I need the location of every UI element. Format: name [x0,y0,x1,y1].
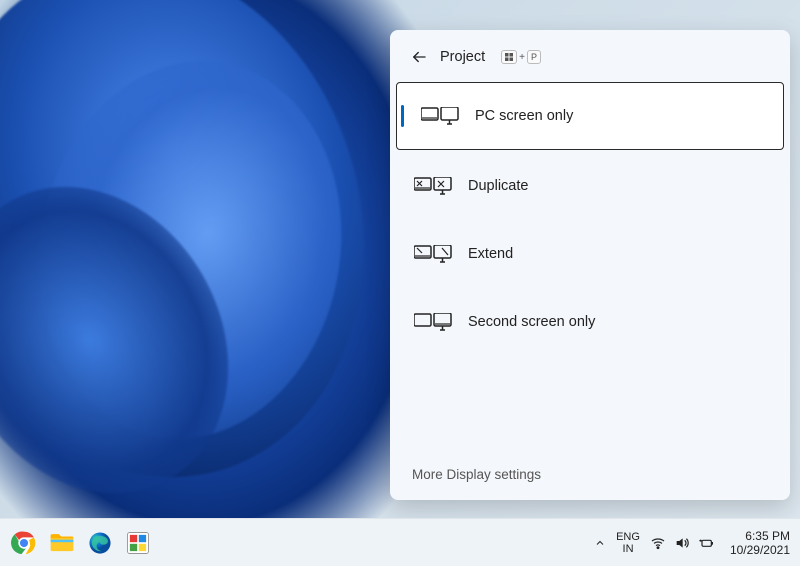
language-code: ENG [616,531,640,543]
system-tray: ENG IN 6:35 PM 10/29/2021 [594,529,790,557]
battery-icon[interactable] [698,535,714,551]
windows-key-icon [501,50,517,64]
wifi-icon[interactable] [650,535,666,551]
project-option-second-screen-only[interactable]: Second screen only [390,288,790,356]
taskbar: ENG IN 6:35 PM 10/29/2021 [0,518,800,566]
duplicate-icon [414,175,452,197]
project-option-pc-screen-only[interactable]: PC screen only [396,82,784,150]
project-option-duplicate[interactable]: Duplicate [390,152,790,220]
project-panel: Project + P [390,30,790,500]
pc-screen-only-icon [421,105,459,127]
project-option-label: Second screen only [468,314,595,330]
project-panel-header: Project + P [390,44,790,80]
clock-time: 6:35 PM [745,529,790,543]
back-arrow-icon[interactable] [410,48,428,66]
project-option-label: PC screen only [475,108,573,124]
volume-icon[interactable] [674,535,690,551]
taskbar-pinned-apps [10,529,152,557]
more-display-settings-link[interactable]: More Display settings [390,455,790,482]
edge-icon[interactable] [86,529,114,557]
second-screen-only-icon [414,311,452,333]
shortcut-plus: + [519,52,525,63]
app-icon[interactable] [124,529,152,557]
project-options-list: PC screen only Duplicate [390,80,790,455]
desktop: Project + P [0,0,800,566]
shortcut-hint: + P [501,50,541,64]
tray-overflow-chevron-icon[interactable] [594,537,606,549]
clock[interactable]: 6:35 PM 10/29/2021 [730,529,790,557]
project-option-label: Extend [468,246,513,262]
file-explorer-icon[interactable] [48,529,76,557]
language-indicator[interactable]: ENG IN [616,531,640,555]
project-panel-title: Project [440,49,485,65]
clock-date: 10/29/2021 [730,543,790,557]
chrome-icon[interactable] [10,529,38,557]
extend-icon [414,243,452,265]
project-option-extend[interactable]: Extend [390,220,790,288]
language-region: IN [623,543,634,555]
shortcut-key-p: P [527,50,541,64]
project-option-label: Duplicate [468,178,528,194]
